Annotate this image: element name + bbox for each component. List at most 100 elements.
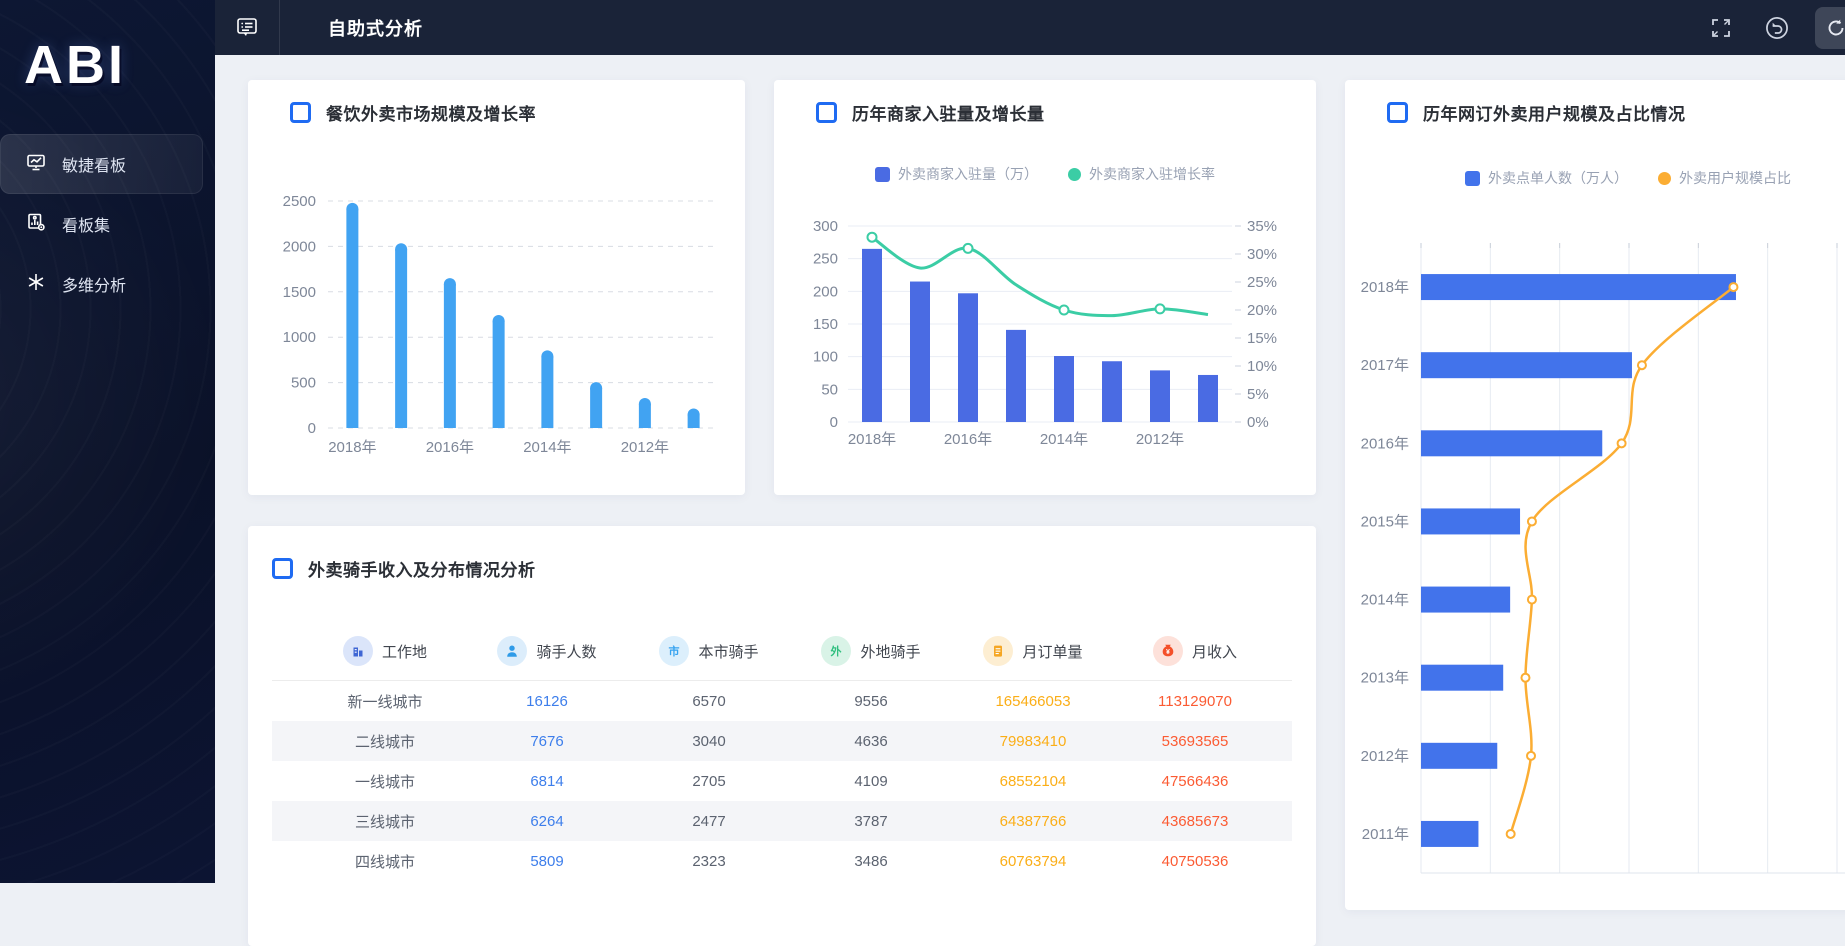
svg-text:2015年: 2015年 xyxy=(1361,513,1409,530)
svg-text:500: 500 xyxy=(291,375,316,392)
svg-text:2017年: 2017年 xyxy=(1361,357,1409,374)
svg-text:0%: 0% xyxy=(1247,414,1269,431)
svg-text:¥: ¥ xyxy=(1166,649,1170,656)
table-cell: 三线城市 xyxy=(354,813,415,831)
svg-text:150: 150 xyxy=(813,316,838,333)
legend-item-user-count[interactable]: 外卖点单人数（万人） xyxy=(1465,168,1628,188)
bar xyxy=(1054,356,1074,422)
svg-text:2012年: 2012年 xyxy=(1361,748,1409,765)
agile-dashboard-icon xyxy=(26,152,46,177)
legend-item-user-share[interactable]: 外卖用户规模占比 xyxy=(1658,168,1791,188)
table-column-header: ¥ 月收入 xyxy=(1114,636,1276,666)
bar xyxy=(443,284,456,428)
table-cell: 16126 xyxy=(526,692,568,710)
dashboard-canvas: 餐饮外卖市场规模及增长率 0 500 1000 1500 2000 2500 2018年 20… xyxy=(215,55,1845,946)
table-cell: 165466053 xyxy=(995,692,1071,710)
topbar-divider xyxy=(279,0,280,55)
panel-list-toggle-button[interactable] xyxy=(215,0,279,55)
char_wai-icon: 外 xyxy=(821,636,852,666)
char_shi-icon: 市 xyxy=(659,636,690,666)
table-cell: 6264 xyxy=(530,812,564,830)
svg-text:2000: 2000 xyxy=(283,238,316,255)
table-cell: 2477 xyxy=(692,812,726,830)
refresh-button[interactable] xyxy=(1815,6,1845,49)
legend-swatch xyxy=(1068,167,1081,181)
bar xyxy=(1421,820,1479,847)
svg-text:25%: 25% xyxy=(1247,274,1277,291)
svg-text:100: 100 xyxy=(813,349,838,366)
table-cell: 40750536 xyxy=(1161,852,1229,870)
svg-text:1000: 1000 xyxy=(283,329,316,346)
table-column-header: 月订单量 xyxy=(952,636,1114,666)
bar xyxy=(1421,664,1504,691)
sidebar: ABI 敏捷看板 看板集 多维分析 xyxy=(0,0,215,883)
card-select-checkbox[interactable] xyxy=(1387,102,1408,123)
bar xyxy=(1421,508,1521,535)
moneybag-icon: ¥ xyxy=(1152,636,1183,666)
bar xyxy=(862,248,882,422)
dashboard-set-icon xyxy=(26,212,46,237)
sidebar-item-label: 多维分析 xyxy=(62,278,127,295)
undo-button[interactable] xyxy=(1759,10,1795,46)
table-cell: 68552104 xyxy=(999,772,1067,790)
clipboard-icon xyxy=(983,636,1014,666)
svg-text:2011年: 2011年 xyxy=(1362,826,1409,843)
sidebar-item-multidim-analysis[interactable]: 多维分析 xyxy=(0,254,203,314)
svg-text:2018年: 2018年 xyxy=(848,431,896,448)
svg-text:20%: 20% xyxy=(1247,302,1277,319)
svg-text:250: 250 xyxy=(813,251,838,268)
bar xyxy=(1198,374,1218,422)
card-select-checkbox[interactable] xyxy=(816,102,837,123)
column-label: 月订单量 xyxy=(1022,643,1083,661)
bar xyxy=(1421,430,1603,457)
svg-text:市: 市 xyxy=(669,644,680,658)
table-cell: 60763794 xyxy=(999,852,1067,870)
bar xyxy=(492,320,505,428)
table-column-header: 骑手人数 xyxy=(466,636,628,666)
column-label: 本市骑手 xyxy=(698,643,759,661)
svg-text:2500: 2500 xyxy=(283,193,316,210)
table-cell: 4636 xyxy=(854,732,888,750)
table-cell: 2323 xyxy=(692,852,726,870)
svg-text:30%: 30% xyxy=(1247,246,1277,263)
table-cell: 新一线城市 xyxy=(347,693,423,711)
svg-text:2014年: 2014年 xyxy=(1040,431,1088,448)
svg-text:1500: 1500 xyxy=(283,284,316,301)
table-column-header: 外 外地骑手 xyxy=(790,636,952,666)
bar xyxy=(1421,742,1498,769)
app-logo: ABI xyxy=(24,35,126,95)
sidebar-item-dashboard-set[interactable]: 看板集 xyxy=(0,194,203,254)
table-row: 二线城市 7676 3040 4636 79983410 53693565 xyxy=(272,721,1292,761)
table-row: 四线城市 5809 2323 3486 60763794 40750536 xyxy=(272,841,1292,881)
bar xyxy=(541,356,554,428)
fullscreen-button[interactable] xyxy=(1703,10,1739,46)
svg-text:0: 0 xyxy=(308,420,316,437)
table-cell: 47566436 xyxy=(1161,772,1229,790)
card-select-checkbox[interactable] xyxy=(290,102,311,123)
legend-swatch xyxy=(875,166,890,182)
card-user-scale-chart: 历年网订外卖用户规模及占比情况 外卖点单人数（万人） 外卖用户规模占比 2018… xyxy=(1345,80,1845,910)
table-cell: 64387766 xyxy=(999,812,1067,830)
svg-text:2014年: 2014年 xyxy=(523,439,571,456)
svg-text:2012年: 2012年 xyxy=(1136,431,1184,448)
table-cell: 5809 xyxy=(530,852,564,870)
bar xyxy=(346,208,359,428)
card-select-checkbox[interactable] xyxy=(272,558,293,579)
legend-item-merchant-growth[interactable]: 外卖商家入驻增长率 xyxy=(1068,164,1215,184)
legend-item-merchant-count[interactable]: 外卖商家入驻量（万） xyxy=(875,164,1038,184)
page-title: 自助式分析 xyxy=(328,18,423,39)
svg-text:2013年: 2013年 xyxy=(1361,670,1409,687)
svg-text:2016年: 2016年 xyxy=(426,439,474,456)
sidebar-item-agile-dashboard[interactable]: 敏捷看板 xyxy=(0,134,203,194)
table-cell: 4109 xyxy=(854,772,888,790)
table-cell: 7676 xyxy=(530,732,564,750)
column-label: 外地骑手 xyxy=(860,643,921,661)
table-cell: 6814 xyxy=(530,772,564,790)
multidim-analysis-icon xyxy=(26,272,46,297)
riders-table: 工作地 骑手人数 市 本市骑手 外 外地骑手 月订单量 ¥ 月收入 新一线城市 1… xyxy=(248,622,1316,881)
bar xyxy=(1006,329,1026,422)
svg-text:35%: 35% xyxy=(1247,218,1277,235)
table-cell: 6570 xyxy=(692,692,726,710)
svg-text:2016年: 2016年 xyxy=(944,431,992,448)
bar xyxy=(395,249,408,428)
